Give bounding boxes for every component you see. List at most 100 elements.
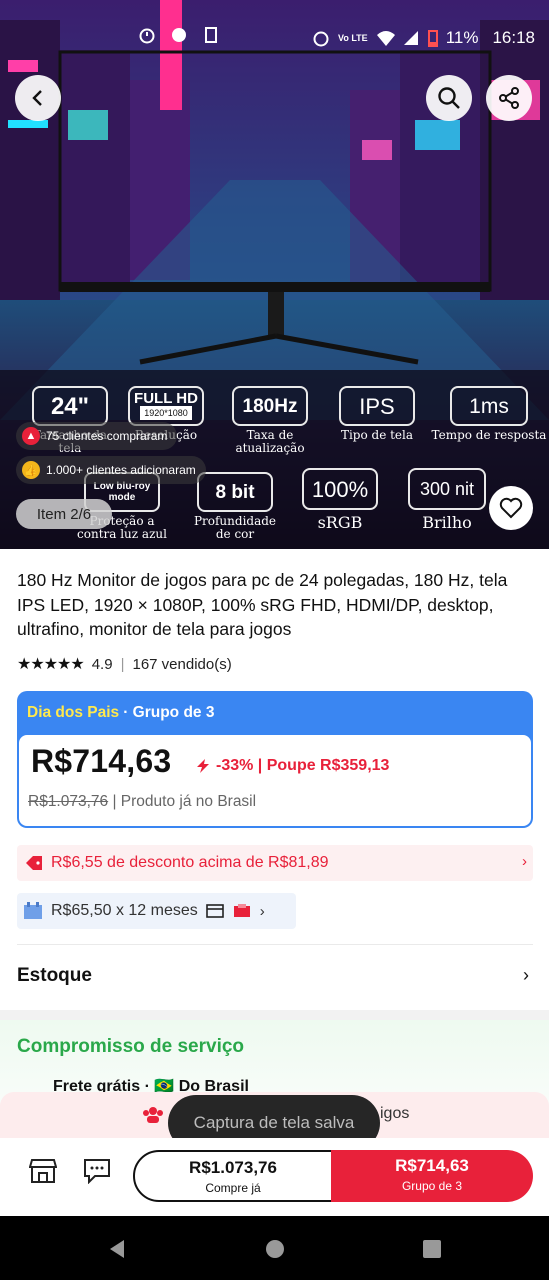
divider bbox=[17, 944, 533, 945]
alarm-icon bbox=[138, 26, 156, 44]
spec-value: 100% bbox=[302, 468, 378, 510]
chevron-left-icon bbox=[32, 90, 42, 106]
lightning-icon bbox=[197, 759, 209, 773]
system-navigation-bar bbox=[0, 1216, 549, 1280]
volte-indicator: Vo LTE bbox=[338, 32, 368, 43]
group-buy-label: Grupo de 3 bbox=[401, 1179, 463, 1193]
thumbs-up-icon: 👍 bbox=[22, 461, 40, 479]
current-price: R$714,63 bbox=[31, 743, 172, 779]
stock-row[interactable]: Estoque › bbox=[17, 965, 533, 987]
spec-value: 300 nit bbox=[408, 468, 486, 510]
spec-brightness: 300 nit Brilho bbox=[404, 468, 490, 532]
group-buy-button[interactable]: R$714,63 Grupo de 3 bbox=[331, 1150, 533, 1202]
spec-srgb: 100% sRGB bbox=[298, 468, 382, 532]
product-image-carousel[interactable]: Vo LTE 11% 16:18 24" Tamanho da tela FUL… bbox=[0, 0, 549, 549]
star-rating-icon: ★★★★★ bbox=[17, 656, 85, 673]
search-icon bbox=[438, 87, 460, 109]
chevron-right-icon: › bbox=[259, 902, 265, 920]
spec-value: FULL HD bbox=[134, 390, 198, 407]
calendar-icon bbox=[24, 902, 42, 919]
store-icon bbox=[29, 1159, 57, 1183]
back-button[interactable] bbox=[15, 75, 61, 121]
old-price-row: R$1.073,76 | Produto já no Brasil bbox=[28, 793, 256, 811]
nav-home-icon[interactable] bbox=[264, 1238, 286, 1260]
image-index-indicator: Item 2/6 bbox=[16, 499, 112, 529]
product-title: 180 Hz Monitor de jogos para pc de 24 po… bbox=[17, 570, 508, 639]
added-badge-text: 1.000+ clientes adicionaram bbox=[46, 463, 196, 477]
group-buy-price: R$714,63 bbox=[395, 1156, 469, 1175]
buy-now-price: R$1.073,76 bbox=[189, 1158, 277, 1177]
wifi-icon bbox=[376, 29, 395, 47]
discount-text: -33% | Poupe R$359,13 bbox=[216, 757, 390, 774]
nav-back-icon[interactable] bbox=[106, 1238, 128, 1260]
product-origin: | Produto já no Brasil bbox=[112, 793, 257, 810]
app-notification-icon bbox=[170, 26, 188, 44]
spec-label: Tipo de tela bbox=[340, 428, 414, 442]
share-button[interactable] bbox=[486, 75, 532, 121]
group-banner-text: igos bbox=[380, 1105, 410, 1122]
spec-label: Brilho bbox=[422, 513, 472, 532]
discount-badge: -33% | Poupe R$359,13 bbox=[195, 757, 389, 775]
share-icon bbox=[499, 87, 519, 109]
spec-value: 8 bit bbox=[197, 472, 273, 512]
rating-row[interactable]: ★★★★★ 4.9 | 167 vendido(s) bbox=[17, 654, 232, 674]
spec-label: Profundidade de cor bbox=[193, 514, 277, 541]
spec-value: 24" bbox=[32, 386, 108, 426]
spec-label: sRGB bbox=[317, 513, 363, 532]
spec-color-depth: 8 bit Profundidade de cor bbox=[188, 472, 282, 541]
buyers-badge: ▲ 75 clientes compraram bbox=[16, 422, 178, 450]
tag-icon bbox=[26, 856, 42, 870]
battery-level: 11% bbox=[445, 28, 479, 47]
wishlist-button[interactable] bbox=[489, 486, 533, 530]
document-icon bbox=[202, 26, 220, 44]
rating-value: 4.9 bbox=[91, 655, 113, 673]
alarm-icon bbox=[312, 29, 330, 47]
coupon-text: R$6,55 de desconto acima de R$81,89 bbox=[51, 854, 329, 871]
heart-icon bbox=[499, 497, 523, 519]
chevron-right-icon: › bbox=[523, 965, 529, 985]
section-separator bbox=[0, 1010, 549, 1020]
spec-value-box: FULL HD 1920*1080 bbox=[128, 386, 204, 426]
battery-icon bbox=[427, 29, 438, 47]
spec-value: IPS bbox=[339, 386, 415, 426]
store-button[interactable] bbox=[26, 1154, 60, 1188]
status-bar: Vo LTE 11% 16:18 bbox=[0, 22, 549, 56]
chevron-right-icon: › bbox=[522, 853, 527, 870]
buyers-badge-text: 75 clientes compraram bbox=[46, 429, 168, 443]
chat-icon bbox=[84, 1159, 110, 1184]
deal-header: Dia dos Pais · Grupo de 3 bbox=[17, 691, 533, 735]
signal-icon bbox=[402, 29, 420, 47]
spec-response-time: 1ms Tempo de resposta bbox=[430, 386, 548, 442]
deal-body: R$714,63 -33% | Poupe R$359,13 R$1.073,7… bbox=[19, 735, 531, 826]
deal-event: Dia dos Pais bbox=[27, 704, 120, 721]
spec-value: 180Hz bbox=[232, 386, 308, 426]
coupon-row[interactable]: R$6,55 de desconto acima de R$81,89 › bbox=[17, 845, 533, 881]
spec-label: Taxa de atualização bbox=[235, 428, 305, 455]
spec-value: 1ms bbox=[450, 386, 528, 426]
spec-refresh-rate: 180Hz Taxa de atualização bbox=[228, 386, 312, 455]
sold-count: 167 vendido(s) bbox=[132, 655, 232, 673]
search-button[interactable] bbox=[426, 75, 472, 121]
deal-group: · Grupo de 3 bbox=[123, 704, 215, 721]
wallet-icon bbox=[233, 904, 250, 917]
old-price: R$1.073,76 bbox=[28, 793, 109, 810]
installments-text: R$65,50 x 12 meses bbox=[51, 902, 198, 919]
card-icon bbox=[205, 904, 224, 918]
buy-now-button[interactable]: R$1.073,76 Compre já bbox=[133, 1150, 333, 1202]
service-title: Compromisso de serviço bbox=[17, 1036, 245, 1057]
spec-panel-type: IPS Tipo de tela bbox=[334, 386, 420, 442]
installments-row[interactable]: R$65,50 x 12 meses › bbox=[17, 893, 296, 929]
bottom-action-bar: R$1.073,76 Compre já R$714,63 Grupo de 3 bbox=[0, 1138, 549, 1216]
stock-label: Estoque bbox=[17, 965, 92, 986]
group-icon bbox=[143, 1107, 163, 1123]
buy-now-label: Compre já bbox=[205, 1181, 261, 1195]
chat-button[interactable] bbox=[80, 1154, 114, 1188]
clock: 16:18 bbox=[492, 28, 535, 47]
deal-card[interactable]: Dia dos Pais · Grupo de 3 R$714,63 -33% … bbox=[17, 691, 533, 828]
fire-icon: ▲ bbox=[22, 427, 40, 445]
spec-sub: 1920*1080 bbox=[140, 406, 192, 420]
spec-label: Tempo de resposta bbox=[431, 428, 547, 442]
nav-recents-icon[interactable] bbox=[421, 1238, 443, 1260]
separator: | bbox=[120, 655, 125, 673]
added-badge: 👍 1.000+ clientes adicionaram bbox=[16, 456, 206, 484]
